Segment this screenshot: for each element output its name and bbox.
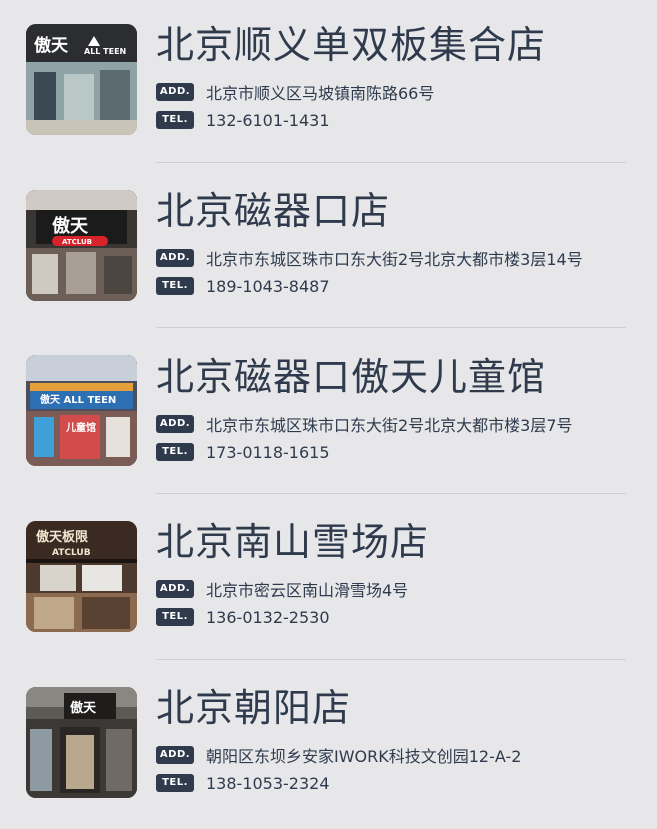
store-address: 朝阳区东坝乡安家IWORK科技文创园12-A-2 <box>206 747 522 766</box>
address-tag: ADD. <box>156 746 194 764</box>
phone-tag: TEL. <box>156 774 194 792</box>
store-phone[interactable]: 136-0132-2530 <box>206 608 330 627</box>
store-sign-text: 傲天 <box>34 35 69 56</box>
store-photo-image: 傲天 ALL TEEN <box>26 24 137 135</box>
store-name: 北京磁器口店 <box>156 189 391 233</box>
store-sign-text: 傲天 <box>70 700 97 716</box>
phone-tag: TEL. <box>156 443 194 461</box>
phone-row[interactable]: TEL. 173-0118-1615 <box>156 441 330 463</box>
store-list: 傲天 ALL TEEN 北京顺义单双板集合店 ADD. 北京市顺义区马坡镇南陈路… <box>0 0 657 817</box>
store-name: 北京顺义单双板集合店 <box>156 23 547 67</box>
store-sign-subtext: 儿童馆 <box>65 421 96 434</box>
address-row: ADD. 北京市东城区珠市口东大街2号北京大都市楼3层7号 <box>156 413 573 435</box>
store-item[interactable]: 傲天 ATCLUB 北京磁器口店 ADD. 北京市东城区珠市口东大街2号北京大都… <box>0 166 657 332</box>
divider <box>156 162 626 163</box>
store-item[interactable]: 傲天板限 ATCLUB 北京南山雪场店 ADD. 北京市密云区南山滑雪场4号 T… <box>0 497 657 663</box>
phone-row[interactable]: TEL. 136-0132-2530 <box>156 606 330 628</box>
address-tag: ADD. <box>156 580 194 598</box>
store-sign-text: 傲天 ALL TEEN <box>40 393 116 406</box>
phone-row[interactable]: TEL. 189-1043-8487 <box>156 275 330 297</box>
store-photo[interactable]: 傲天 ALL TEEN <box>26 24 137 135</box>
phone-row[interactable]: TEL. 132-6101-1431 <box>156 109 330 131</box>
address-row: ADD. 北京市顺义区马坡镇南陈路66号 <box>156 81 434 103</box>
store-phone[interactable]: 138-1053-2324 <box>206 774 330 793</box>
store-photo-image: 傲天 ALL TEEN 儿童馆 <box>26 355 137 466</box>
store-sign-text: 傲天 <box>52 215 89 237</box>
store-photo[interactable]: 傲天 ALL TEEN 儿童馆 <box>26 355 137 466</box>
store-photo-image: 傲天 ATCLUB <box>26 190 137 301</box>
address-tag: ADD. <box>156 249 194 267</box>
store-sign-subtext: ALL TEEN <box>84 47 126 56</box>
store-address: 北京市密云区南山滑雪场4号 <box>206 581 409 600</box>
address-tag: ADD. <box>156 415 194 433</box>
divider <box>156 493 626 494</box>
store-phone[interactable]: 189-1043-8487 <box>206 277 330 296</box>
address-row: ADD. 北京市东城区珠市口东大街2号北京大都市楼3层14号 <box>156 247 583 269</box>
phone-tag: TEL. <box>156 277 194 295</box>
store-sign-subtext: ATCLUB <box>52 548 91 558</box>
store-sign-text: 傲天板限 <box>36 529 89 545</box>
store-address: 北京市东城区珠市口东大街2号北京大都市楼3层14号 <box>206 250 583 269</box>
address-row: ADD. 朝阳区东坝乡安家IWORK科技文创园12-A-2 <box>156 744 521 766</box>
store-item[interactable]: 傲天 北京朝阳店 ADD. 朝阳区东坝乡安家IWORK科技文创园12-A-2 T… <box>0 663 657 829</box>
store-name: 北京磁器口傲天儿童馆 <box>156 355 547 399</box>
store-phone[interactable]: 173-0118-1615 <box>206 443 330 462</box>
store-photo-image: 傲天 <box>26 687 137 798</box>
store-photo[interactable]: 傲天 ATCLUB <box>26 190 137 301</box>
divider <box>156 327 626 328</box>
address-tag: ADD. <box>156 83 194 101</box>
store-photo[interactable]: 傲天 <box>26 687 137 798</box>
phone-tag: TEL. <box>156 608 194 626</box>
store-photo-image: 傲天板限 ATCLUB <box>26 521 137 632</box>
store-address: 北京市东城区珠市口东大街2号北京大都市楼3层7号 <box>206 416 573 435</box>
store-item[interactable]: 傲天 ALL TEEN 北京顺义单双板集合店 ADD. 北京市顺义区马坡镇南陈路… <box>0 0 657 166</box>
store-name: 北京朝阳店 <box>156 686 352 730</box>
divider <box>156 659 626 660</box>
phone-row[interactable]: TEL. 138-1053-2324 <box>156 772 330 794</box>
store-address: 北京市顺义区马坡镇南陈路66号 <box>206 84 435 103</box>
phone-tag: TEL. <box>156 111 194 129</box>
store-photo[interactable]: 傲天板限 ATCLUB <box>26 521 137 632</box>
store-sign-subtext: ATCLUB <box>62 238 92 246</box>
address-row: ADD. 北京市密云区南山滑雪场4号 <box>156 578 408 600</box>
store-name: 北京南山雪场店 <box>156 520 430 564</box>
store-item[interactable]: 傲天 ALL TEEN 儿童馆 北京磁器口傲天儿童馆 ADD. 北京市东城区珠市… <box>0 332 657 498</box>
store-phone[interactable]: 132-6101-1431 <box>206 111 330 130</box>
